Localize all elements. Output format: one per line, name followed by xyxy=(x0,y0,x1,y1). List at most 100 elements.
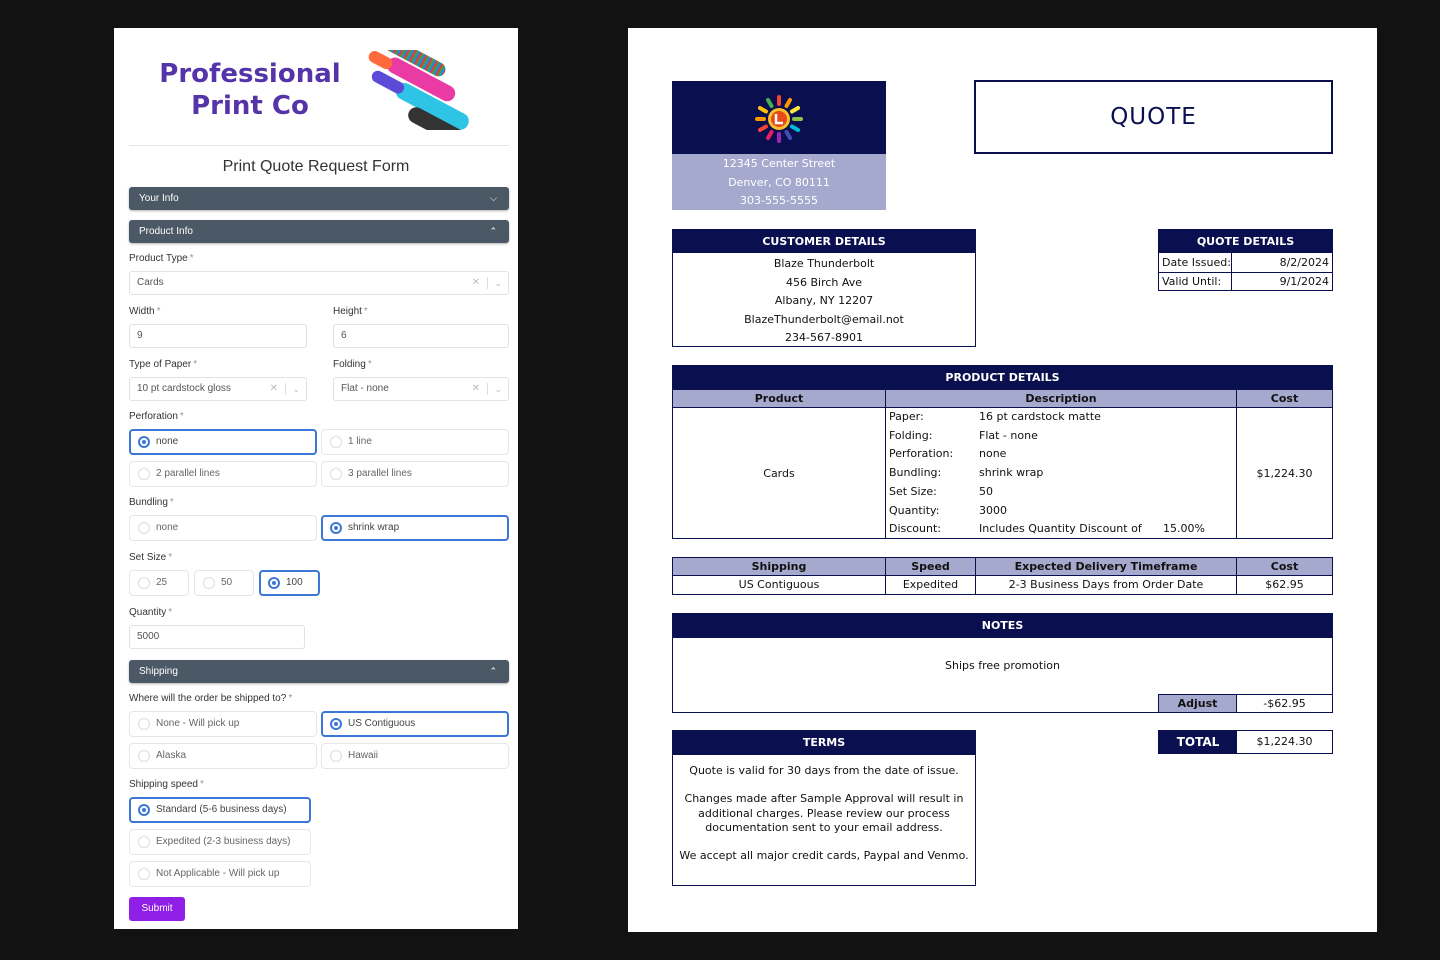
height-input[interactable]: 6 xyxy=(333,324,509,348)
section-your-info-label: Your Info xyxy=(139,193,179,204)
description-key: Paper: xyxy=(889,410,924,423)
total-label: TOTAL xyxy=(1159,731,1237,753)
sunburst-logo-icon xyxy=(755,95,803,143)
ship-to-label: Where will the order be shipped to? * xyxy=(129,693,293,704)
clear-icon[interactable]: ✕ xyxy=(472,272,480,294)
description-key: Set Size: xyxy=(889,484,937,498)
speed-value: Expedited xyxy=(902,578,959,591)
total-value: $1,224.30 xyxy=(1256,735,1313,748)
terms-payment: We accept all major credit cards, Paypal… xyxy=(679,849,969,863)
chevron-up-icon: ⌃ xyxy=(489,666,497,676)
col-description: Description xyxy=(1025,392,1097,405)
set-size-option-25[interactable]: 25 xyxy=(129,570,189,596)
form-title: Print Quote Request Form xyxy=(222,158,410,175)
description-value: 16 pt cardstock matte xyxy=(979,410,1101,423)
section-product-info-label: Product Info xyxy=(139,226,193,237)
chevron-down-icon[interactable]: ⌄ xyxy=(292,378,300,400)
company-address: 12345 Center Street Denver, CO 80111 303… xyxy=(672,154,886,210)
paper-select[interactable]: 10 pt cardstock gloss ✕ ⌄ xyxy=(129,377,307,401)
timeframe-value: 2-3 Business Days from Order Date xyxy=(1008,578,1204,591)
perforation-option-1-line[interactable]: 1 line xyxy=(321,429,509,455)
company-street: 12345 Center Street xyxy=(722,157,836,170)
description-value: Includes Quantity Discount of xyxy=(979,522,1142,536)
submit-button[interactable]: Submit xyxy=(129,897,185,921)
ship-speed-option-pickup[interactable]: Not Applicable - Will pick up xyxy=(129,861,311,887)
paper-label: Type of Paper * xyxy=(129,359,198,370)
quote-title: QUOTE xyxy=(974,80,1333,154)
perforation-option-2-lines[interactable]: 2 parallel lines xyxy=(129,461,317,487)
customer-email: BlazeThunderbolt@email.not xyxy=(744,312,904,326)
description-value: 50 xyxy=(979,484,993,498)
description-value: Flat - none xyxy=(979,428,1038,442)
date-issued-value: 8/2/2024 xyxy=(1279,256,1329,269)
customer-phone: 234-567-8901 xyxy=(785,331,863,345)
notes-header: NOTES xyxy=(673,614,1332,638)
clear-icon[interactable]: ✕ xyxy=(270,378,278,400)
col-ship-cost: Cost xyxy=(1270,560,1299,573)
clear-icon[interactable]: ✕ xyxy=(472,378,480,400)
valid-until-value: 9/1/2024 xyxy=(1279,275,1329,288)
terms-validity: Quote is valid for 30 days from the date… xyxy=(689,764,959,777)
product-type-select[interactable]: Cards ✕ ⌄ xyxy=(129,271,509,295)
col-timeframe: Expected Delivery Timeframe xyxy=(1014,560,1198,573)
ship-to-option-us-contiguous[interactable]: US Contiguous xyxy=(321,711,509,737)
quote-request-form: Professional Print Co Print Quote Reques… xyxy=(114,28,518,929)
brand-header xyxy=(672,81,886,154)
description-key: Folding: xyxy=(889,428,933,442)
section-product-info[interactable]: Product Info ⌃ xyxy=(129,220,509,243)
adjust-value: -$62.95 xyxy=(1237,694,1332,712)
description-key: Bundling: xyxy=(889,466,942,480)
product-cost: $1,224.30 xyxy=(1256,467,1313,480)
chevron-up-icon: ⌃ xyxy=(489,226,497,236)
section-your-info[interactable]: Your Info ⌵ xyxy=(129,187,509,210)
quote-details-box: QUOTE DETAILS Date Issued: 8/2/2024 Vali… xyxy=(1158,229,1333,291)
ship-to-option-alaska[interactable]: Alaska xyxy=(129,743,317,769)
section-shipping[interactable]: Shipping ⌃ xyxy=(129,660,509,683)
valid-until-label: Valid Until: xyxy=(1162,275,1222,288)
terms-box: TERMS Quote is valid for 30 days from th… xyxy=(672,730,976,886)
description-value: shrink wrap xyxy=(979,466,1044,480)
section-shipping-label: Shipping xyxy=(139,666,178,677)
logo-line-2: Print Co xyxy=(191,91,309,121)
notes-text: Ships free promotion xyxy=(945,659,1060,672)
customer-name: Blaze Thunderbolt xyxy=(773,257,875,270)
width-label: Width * xyxy=(129,306,161,317)
shipping-table: Shipping Speed Expected Delivery Timefra… xyxy=(672,557,1333,595)
folding-select[interactable]: Flat - none ✕ ⌄ xyxy=(333,377,509,401)
width-input[interactable]: 9 xyxy=(129,324,307,348)
print-rolls-icon xyxy=(368,50,472,130)
chevron-down-icon[interactable]: ⌄ xyxy=(494,378,502,400)
notes-box: NOTES Ships free promotion Adjust -$62.9… xyxy=(672,613,1333,713)
product-details-header: PRODUCT DETAILS xyxy=(673,366,1332,390)
col-product: Product xyxy=(754,392,804,405)
col-speed: Speed xyxy=(911,560,950,573)
perforation-option-3-lines[interactable]: 3 parallel lines xyxy=(321,461,509,487)
terms-header: TERMS xyxy=(673,731,975,755)
set-size-option-50[interactable]: 50 xyxy=(194,570,254,596)
product-details-table: PRODUCT DETAILS Product Description Cost… xyxy=(672,365,1333,539)
quantity-input[interactable]: 5000 xyxy=(129,625,305,649)
bundling-option-shrink-wrap[interactable]: shrink wrap xyxy=(321,515,509,541)
description-key: Perforation: xyxy=(889,447,954,461)
customer-details-header: CUSTOMER DETAILS xyxy=(673,230,975,253)
description-extra: 15.00% xyxy=(1163,522,1205,536)
chevron-down-icon[interactable]: ⌄ xyxy=(494,272,502,294)
set-size-option-100[interactable]: 100 xyxy=(259,570,320,596)
logo-line-1: Professional xyxy=(159,59,341,89)
ship-speed-option-expedited[interactable]: Expedited (2-3 business days) xyxy=(129,829,311,855)
customer-details-box: CUSTOMER DETAILS Blaze Thunderbolt 456 B… xyxy=(672,229,976,347)
perforation-label: Perforation * xyxy=(129,411,184,422)
ship-to-option-hawaii[interactable]: Hawaii xyxy=(321,743,509,769)
terms-text: Quote is valid for 30 days from the date… xyxy=(677,764,971,863)
perforation-option-none[interactable]: none xyxy=(129,429,317,455)
quote-details-header: QUOTE DETAILS xyxy=(1159,230,1332,253)
company-logo: Professional Print Co xyxy=(129,28,509,146)
customer-info: Blaze Thunderbolt 456 Birch Ave Albany, … xyxy=(673,255,975,348)
height-label: Height * xyxy=(333,306,368,317)
shipping-value: US Contiguous xyxy=(738,578,820,591)
bundling-option-none[interactable]: none xyxy=(129,515,317,541)
ship-speed-option-standard[interactable]: Standard (5-6 business days) xyxy=(129,797,311,823)
description-value: none xyxy=(979,447,1007,461)
col-shipping: Shipping xyxy=(751,560,807,573)
ship-to-option-pickup[interactable]: None - Will pick up xyxy=(129,711,317,737)
